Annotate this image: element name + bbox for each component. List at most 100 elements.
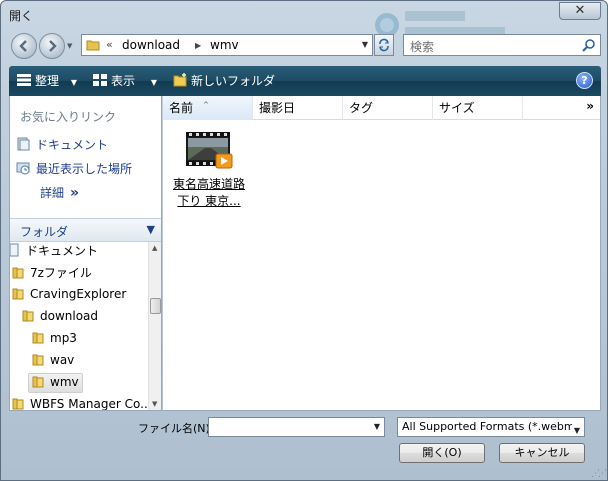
file-name-line2: 下り 東京... bbox=[177, 194, 241, 208]
breadcrumb-arrow-icon[interactable]: ▶ bbox=[195, 41, 201, 50]
folder-icon bbox=[86, 40, 100, 51]
folder-tree: ドキュメント 7zファイル CravingExplorer download m… bbox=[10, 242, 148, 410]
organize-button[interactable]: 整理 ▼ bbox=[17, 72, 77, 89]
folder-icon bbox=[12, 398, 24, 410]
window-title: 開く bbox=[9, 9, 34, 23]
scrollbar-thumb[interactable] bbox=[150, 298, 161, 314]
new-folder-label: 新しいフォルダ bbox=[191, 74, 276, 88]
column-tag[interactable]: タグ bbox=[343, 96, 433, 120]
documents-icon bbox=[17, 137, 30, 151]
column-name-label: 名前 bbox=[169, 101, 194, 115]
forward-button[interactable] bbox=[39, 33, 65, 59]
folders-section-header[interactable]: フォルダ ▼ bbox=[10, 218, 161, 242]
view-button[interactable]: 表示 ▼ bbox=[93, 72, 157, 89]
tree-item-label: wav bbox=[50, 353, 75, 367]
chevron-down-icon[interactable]: ▼ bbox=[374, 422, 380, 431]
tree-item-7z[interactable]: 7zファイル bbox=[12, 264, 92, 284]
tree-item-cravingexplorer[interactable]: CravingExplorer bbox=[12, 286, 126, 306]
chevron-down-icon: ▼ bbox=[150, 78, 157, 87]
tree-item-label: download bbox=[40, 309, 99, 323]
refresh-icon bbox=[379, 38, 389, 52]
arrow-left-icon bbox=[19, 40, 27, 52]
new-folder-icon bbox=[173, 73, 187, 87]
scroll-up-icon[interactable]: ▲ bbox=[152, 244, 157, 252]
double-chevron-icon: » bbox=[70, 185, 80, 201]
organize-label: 整理 bbox=[35, 74, 60, 88]
view-label: 表示 bbox=[111, 74, 136, 88]
more-columns-icon[interactable]: » bbox=[586, 99, 594, 113]
more-links-button[interactable]: 詳細 » bbox=[40, 184, 79, 201]
chevron-down-icon[interactable]: ▼ bbox=[571, 422, 580, 436]
tree-item-label: CravingExplorer bbox=[30, 287, 127, 301]
folder-icon bbox=[12, 267, 24, 279]
arrow-right-icon bbox=[49, 40, 57, 52]
column-header-row: ^ 名前 撮影日 タグ サイズ » bbox=[163, 96, 600, 120]
new-folder-button[interactable]: 新しいフォルダ bbox=[173, 72, 275, 89]
folder-icon bbox=[22, 310, 34, 322]
favorite-link-label: 最近表示した場所 bbox=[36, 162, 133, 176]
chevron-down-icon[interactable]: ▼ bbox=[147, 223, 155, 236]
sort-ascending-icon: ^ bbox=[203, 101, 209, 109]
title-bar: 開く ✕ bbox=[1, 1, 607, 37]
tree-item-label: mp3 bbox=[50, 331, 77, 345]
navigation-bar: ▼ « download ▶ wmv ▼ 検索 bbox=[1, 31, 607, 61]
recent-pages-dropdown[interactable]: ▼ bbox=[67, 42, 72, 50]
tree-item-label: ドキュメント bbox=[26, 244, 99, 258]
views-icon bbox=[93, 74, 107, 86]
breadcrumb-download[interactable]: download bbox=[122, 38, 180, 52]
file-type-select[interactable]: All Supported Formats (*.webm; ▼ bbox=[397, 417, 585, 437]
address-overflow[interactable]: « bbox=[106, 38, 113, 51]
filename-label: ファイル名(N): bbox=[138, 422, 214, 435]
dialog-footer: ファイル名(N): ▼ All Supported Formats (*.web… bbox=[1, 411, 607, 480]
tree-item-mp3[interactable]: mp3 bbox=[32, 330, 77, 350]
search-box[interactable]: 検索 bbox=[403, 34, 601, 56]
close-button[interactable]: ✕ bbox=[559, 2, 601, 20]
tree-item-wav[interactable]: wav bbox=[32, 352, 74, 372]
chevron-down-icon: ▼ bbox=[70, 78, 77, 87]
chevron-down-icon[interactable]: ▼ bbox=[362, 40, 368, 49]
documents-icon bbox=[10, 243, 19, 257]
tree-item-label: wmv bbox=[50, 375, 79, 389]
help-button[interactable]: ? bbox=[576, 72, 593, 89]
resize-grip-icon[interactable]: ⋰⋰ bbox=[591, 469, 607, 479]
column-size[interactable]: サイズ bbox=[433, 96, 523, 120]
recent-places-icon bbox=[16, 162, 30, 175]
favorite-link-label: ドキュメント bbox=[36, 138, 109, 152]
open-dialog: 開く ✕ ▼ « download ▶ wmv ▼ 検索 整理 ▼ 表示 ▼ 新… bbox=[0, 0, 608, 481]
folder-icon bbox=[32, 354, 44, 366]
column-date[interactable]: 撮影日 bbox=[253, 96, 343, 120]
tree-item-download[interactable]: download bbox=[22, 308, 98, 328]
file-type-value: All Supported Formats (*.webm; bbox=[402, 420, 579, 433]
address-bar[interactable]: « download ▶ wmv ▼ bbox=[81, 34, 373, 56]
favorite-links-header: お気に入りリンク bbox=[20, 110, 117, 124]
favorite-link-recent-places[interactable]: 最近表示した場所 bbox=[16, 160, 132, 177]
tree-item-documents[interactable]: ドキュメント bbox=[10, 242, 98, 262]
scroll-down-icon[interactable]: ▼ bbox=[152, 400, 157, 408]
tree-item-wbfs[interactable]: WBFS Manager Co... bbox=[12, 396, 148, 410]
favorite-link-documents[interactable]: ドキュメント bbox=[16, 136, 108, 153]
folder-icon bbox=[32, 332, 44, 344]
folder-icon bbox=[32, 376, 44, 388]
organize-icon bbox=[17, 74, 31, 86]
filename-input[interactable]: ▼ bbox=[208, 417, 385, 437]
file-name-line1: 東名高速道路 bbox=[172, 177, 245, 191]
folder-icon bbox=[12, 288, 24, 300]
tree-item-label: WBFS Manager Co... bbox=[30, 397, 148, 410]
refresh-button[interactable] bbox=[374, 34, 394, 56]
breadcrumb-wmv[interactable]: wmv bbox=[210, 38, 239, 52]
folder-tree-scrollbar[interactable]: ▲ ▼ bbox=[148, 242, 161, 410]
more-label: 詳細 bbox=[40, 186, 65, 200]
file-item[interactable]: 東名高速道路 下り 東京... bbox=[171, 130, 247, 210]
search-icon[interactable] bbox=[582, 38, 596, 52]
back-button[interactable] bbox=[11, 33, 37, 59]
tree-item-wmv[interactable]: wmv bbox=[28, 373, 83, 393]
video-file-icon bbox=[186, 132, 233, 169]
command-bar: 整理 ▼ 表示 ▼ 新しいフォルダ ? bbox=[9, 66, 601, 96]
folders-label: フォルダ bbox=[20, 225, 69, 239]
search-input[interactable]: 検索 bbox=[410, 38, 434, 55]
cancel-button[interactable]: キャンセル bbox=[499, 443, 585, 463]
column-name[interactable]: ^ 名前 bbox=[163, 96, 253, 120]
open-button[interactable]: 開く(O) bbox=[399, 443, 485, 463]
navigation-pane: お気に入りリンク ドキュメント 最近表示した場所 詳細 » フォルダ ▼ ドキュメ… bbox=[9, 96, 162, 411]
tree-item-label: 7zファイル bbox=[30, 266, 92, 280]
